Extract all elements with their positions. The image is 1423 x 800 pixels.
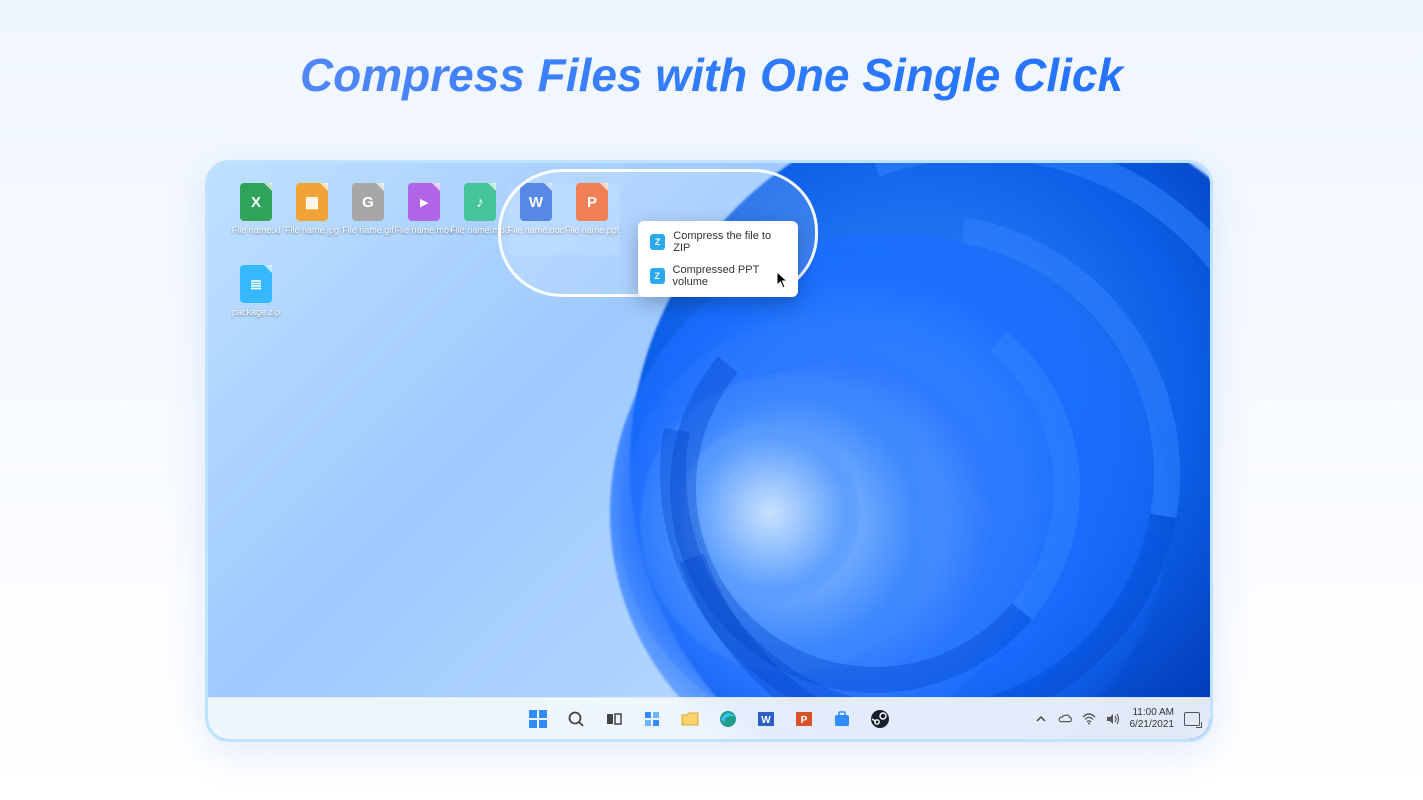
desktop-icons-row: X File name.xl ▦ File name.jpg G File na… bbox=[228, 183, 620, 255]
taskbar: W P bbox=[208, 697, 1210, 739]
word-file-icon: W bbox=[520, 183, 552, 221]
context-menu-compress-zip[interactable]: Z Compress the file to ZIP bbox=[638, 225, 798, 259]
desktop-icon-mp3[interactable]: ♪ File name.mp3 bbox=[452, 183, 508, 255]
desktop-icon-label: File name.gif bbox=[342, 225, 394, 235]
search-icon bbox=[567, 710, 585, 728]
notifications-button[interactable] bbox=[1184, 712, 1200, 726]
desktop-icon-doc[interactable]: W File name.doc bbox=[508, 183, 564, 255]
clock-date: 6/21/2021 bbox=[1130, 719, 1175, 731]
gif-file-icon: G bbox=[352, 183, 384, 221]
desktop-icon-xl[interactable]: X File name.xl bbox=[228, 183, 284, 255]
context-menu-label: Compressed PPT volume bbox=[673, 264, 786, 288]
desktop-icon-label: package.zip bbox=[232, 307, 280, 317]
wifi-icon[interactable] bbox=[1082, 712, 1096, 726]
desktop-icon-label: File name.jpg bbox=[285, 225, 339, 235]
svg-text:W: W bbox=[761, 715, 771, 726]
word-button[interactable]: W bbox=[752, 705, 780, 733]
svg-text:P: P bbox=[801, 715, 808, 726]
file-explorer-button[interactable] bbox=[676, 705, 704, 733]
desktop-icon-label: File name.mp3 bbox=[450, 225, 510, 235]
desktop-icon-label: File name.ppt bbox=[565, 225, 620, 235]
zip-file-icon: ≣ bbox=[240, 265, 272, 303]
desktop-icon-gif[interactable]: G File name.gif bbox=[340, 183, 396, 255]
screenshot-frame: X File name.xl ▦ File name.jpg G File na… bbox=[205, 160, 1213, 742]
onedrive-icon[interactable] bbox=[1058, 712, 1072, 726]
desktop-icon-label: File name.xl bbox=[232, 225, 281, 235]
powerpoint-icon: P bbox=[794, 709, 814, 729]
taskbar-center: W P bbox=[524, 705, 894, 733]
zip-action-icon: Z bbox=[650, 234, 665, 250]
edge-icon bbox=[718, 709, 738, 729]
taskbar-clock[interactable]: 11:00 AM 6/21/2021 bbox=[1130, 707, 1175, 731]
windows-icon bbox=[528, 709, 548, 729]
system-tray: 11:00 AM 6/21/2021 bbox=[1034, 698, 1201, 739]
desktop-icon-ppt[interactable]: P File name.ppt bbox=[564, 183, 620, 255]
excel-file-icon: X bbox=[240, 183, 272, 221]
widgets-button[interactable] bbox=[638, 705, 666, 733]
zip-action-icon: Z bbox=[650, 268, 665, 284]
context-menu-compress-ppt-volume[interactable]: Z Compressed PPT volume bbox=[638, 259, 798, 293]
taskview-button[interactable] bbox=[600, 705, 628, 733]
desktop-icon-label: File name.mov bbox=[394, 225, 453, 235]
store-button[interactable] bbox=[828, 705, 856, 733]
video-file-icon: ▸ bbox=[408, 183, 440, 221]
powerpoint-button[interactable]: P bbox=[790, 705, 818, 733]
audio-file-icon: ♪ bbox=[464, 183, 496, 221]
steam-icon bbox=[870, 709, 890, 729]
edge-button[interactable] bbox=[714, 705, 742, 733]
volume-icon[interactable] bbox=[1106, 712, 1120, 726]
start-button[interactable] bbox=[524, 705, 552, 733]
desktop-icon-mov[interactable]: ▸ File name.mov bbox=[396, 183, 452, 255]
cursor-icon bbox=[776, 271, 790, 289]
desktop-icon-label: File name.doc bbox=[508, 225, 565, 235]
folder-icon bbox=[680, 710, 700, 728]
powerpoint-file-icon: P bbox=[576, 183, 608, 221]
image-file-icon: ▦ bbox=[296, 183, 328, 221]
search-button[interactable] bbox=[562, 705, 590, 733]
context-menu-label: Compress the file to ZIP bbox=[673, 230, 786, 254]
page-headline: Compress Files with One Single Click bbox=[0, 0, 1423, 102]
chevron-up-icon[interactable] bbox=[1034, 712, 1048, 726]
desktop-icon-jpg[interactable]: ▦ File name.jpg bbox=[284, 183, 340, 255]
desktop-icon-package-zip[interactable]: ≣ package.zip bbox=[228, 265, 284, 317]
store-icon bbox=[832, 709, 852, 729]
clock-time: 11:00 AM bbox=[1130, 707, 1175, 719]
context-menu: Z Compress the file to ZIP Z Compressed … bbox=[638, 221, 798, 297]
word-icon: W bbox=[756, 709, 776, 729]
taskview-icon bbox=[605, 710, 623, 728]
widgets-icon bbox=[643, 710, 661, 728]
steam-button[interactable] bbox=[866, 705, 894, 733]
